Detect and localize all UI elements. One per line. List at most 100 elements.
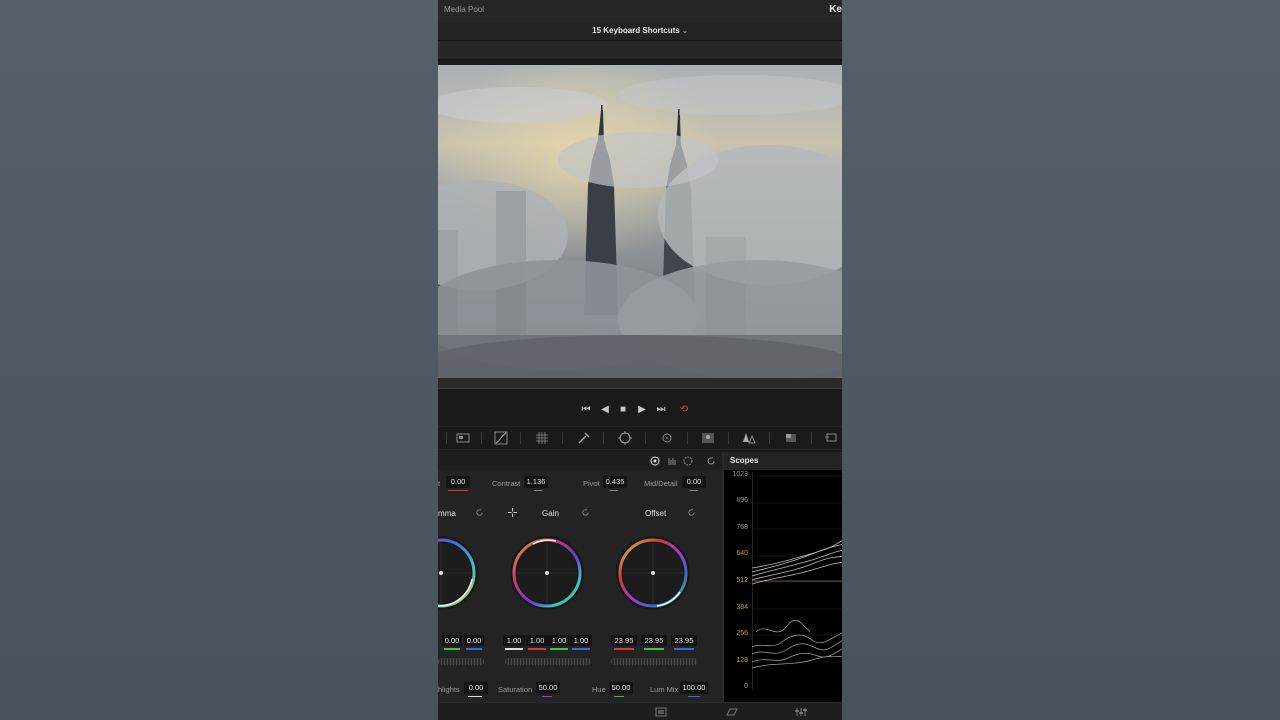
- fairlight-page-icon[interactable]: [795, 707, 807, 717]
- chevron-down-icon: ⌄: [681, 28, 688, 35]
- curves-icon[interactable]: [494, 431, 508, 445]
- mid-detail-label: Mid/Detail: [644, 479, 678, 488]
- waveform-scope: [752, 472, 842, 690]
- mid-detail-indicator: [690, 490, 698, 491]
- gain-master-wheel[interactable]: [505, 658, 591, 665]
- channel-bar: [674, 648, 694, 650]
- primaries-panel: t 0.00 Contrast 1.136 Pivot 0.435 Mid/De…: [438, 452, 722, 702]
- gamma-master-wheel[interactable]: [438, 658, 484, 665]
- offset-green-value[interactable]: 23.95: [641, 635, 667, 646]
- scope-scale-label: 768: [736, 524, 748, 531]
- highlights-value[interactable]: 0.00: [464, 682, 488, 694]
- hue-label: Hue: [592, 685, 606, 694]
- divider: [481, 432, 482, 444]
- gamma-color-wheel[interactable]: [438, 534, 480, 612]
- gamma-reset-icon[interactable]: [475, 508, 484, 517]
- timeline-scrubber[interactable]: [438, 378, 842, 389]
- lift-value[interactable]: 0.00: [446, 476, 470, 488]
- picker-icon[interactable]: [508, 508, 517, 517]
- pivot-indicator: [610, 490, 618, 491]
- saturation-value[interactable]: 50.00: [536, 682, 560, 694]
- camera-raw-icon[interactable]: [456, 431, 470, 445]
- play-reverse-icon[interactable]: ◀: [599, 404, 611, 416]
- divider: [520, 432, 521, 444]
- offset-master-wheel[interactable]: [611, 658, 697, 665]
- lum-mix-value[interactable]: 100.00: [680, 682, 708, 694]
- divider: [687, 432, 688, 444]
- reset-all-icon[interactable]: [706, 456, 716, 466]
- viewer-image[interactable]: [438, 65, 842, 378]
- timeline-title[interactable]: 15 Keyboard Shortcuts ⌄: [438, 26, 842, 35]
- mid-detail-value[interactable]: 0.00: [682, 476, 706, 488]
- skip-to-end-icon[interactable]: ⏭: [655, 404, 667, 416]
- scope-scale-label: 896: [736, 497, 748, 504]
- scopes-panel: Scopes 1023 896 768 640 512 384 256 128 …: [722, 452, 842, 702]
- saturation-label: Saturation: [498, 685, 533, 694]
- contrast-value[interactable]: 1.136: [524, 476, 548, 488]
- gain-green-value[interactable]: 1.00: [548, 635, 570, 646]
- skip-to-start-icon[interactable]: ⏮: [580, 404, 592, 416]
- deliver-page-icon[interactable]: [726, 707, 738, 717]
- transport-controls: ⏮ ◀ ■ ▶ ⏭ ⟲: [438, 396, 842, 426]
- gamma-red-value[interactable]: 0.00: [442, 635, 462, 646]
- divider: [446, 432, 447, 444]
- gain-blue-value[interactable]: 1.00: [570, 635, 592, 646]
- lift-label: t: [438, 479, 441, 488]
- log-mode-icon[interactable]: [683, 456, 693, 466]
- gain-reset-icon[interactable]: [581, 508, 590, 517]
- media-page-icon[interactable]: [655, 707, 667, 717]
- palette-toolbar: [438, 426, 842, 450]
- bars-mode-icon[interactable]: [667, 456, 677, 466]
- offset-red-value[interactable]: 23.95: [611, 635, 637, 646]
- scopes-title: Scopes: [730, 456, 759, 465]
- tracker-icon[interactable]: [660, 431, 674, 445]
- key-icon[interactable]: [784, 431, 798, 445]
- top-bar: Media Pool Ke: [438, 0, 842, 23]
- contrast-label: Contrast: [492, 479, 521, 488]
- divider: [562, 432, 563, 444]
- top-right-text: Ke: [829, 4, 842, 15]
- channel-bar: [550, 648, 568, 650]
- scope-scale-label: 0: [744, 683, 748, 690]
- divider: [603, 432, 604, 444]
- timeline-title-bar: 15 Keyboard Shortcuts ⌄: [438, 22, 842, 40]
- divider: [811, 432, 812, 444]
- hue-value[interactable]: 50.00: [609, 682, 633, 694]
- gain-red-value[interactable]: 1.00: [526, 635, 548, 646]
- qualifier-icon[interactable]: [577, 431, 591, 445]
- channel-bar: [572, 648, 590, 650]
- gain-y-value[interactable]: 1.00: [503, 635, 525, 646]
- contrast-indicator: [534, 490, 542, 491]
- scope-scale-label: 128: [736, 657, 748, 664]
- offset-reset-icon[interactable]: [687, 508, 696, 517]
- media-pool-label[interactable]: Media Pool: [444, 5, 484, 14]
- blurred-background-left: [0, 0, 438, 720]
- lum-mix-indicator: [688, 696, 700, 697]
- blur-icon[interactable]: [742, 431, 756, 445]
- magic-mask-icon[interactable]: [701, 431, 715, 445]
- primaries-parameter-row: t 0.00 Contrast 1.136 Pivot 0.435 Mid/De…: [438, 474, 722, 494]
- channel-bar: [505, 648, 523, 650]
- timeline-title-text: 15 Keyboard Shortcuts: [592, 26, 680, 35]
- gamma-wheel-title: mma: [438, 509, 456, 518]
- pivot-value[interactable]: 0.435: [603, 476, 627, 488]
- gain-color-wheel[interactable]: [508, 534, 586, 612]
- window-icon[interactable]: [618, 431, 632, 445]
- scope-scale-label: 256: [736, 630, 748, 637]
- hue-indicator: [614, 696, 624, 697]
- offset-color-wheel[interactable]: [614, 534, 692, 612]
- scope-scale-label: 1023: [732, 471, 748, 478]
- channel-bar: [466, 648, 482, 650]
- play-icon[interactable]: ▶: [636, 404, 648, 416]
- saturation-indicator: [542, 696, 552, 697]
- loop-icon[interactable]: ⟲: [678, 404, 690, 416]
- gamma-blue-value[interactable]: 0.00: [464, 635, 484, 646]
- sizing-icon[interactable]: [824, 431, 838, 445]
- highlights-indicator: [468, 696, 482, 697]
- offset-blue-value[interactable]: 23.95: [671, 635, 697, 646]
- color-wheels-mode-icon[interactable]: [650, 456, 660, 466]
- color-warper-icon[interactable]: [535, 431, 549, 445]
- blurred-background-right: [842, 0, 1280, 720]
- stop-icon[interactable]: ■: [617, 404, 629, 416]
- viewer-toolbar: [438, 40, 842, 60]
